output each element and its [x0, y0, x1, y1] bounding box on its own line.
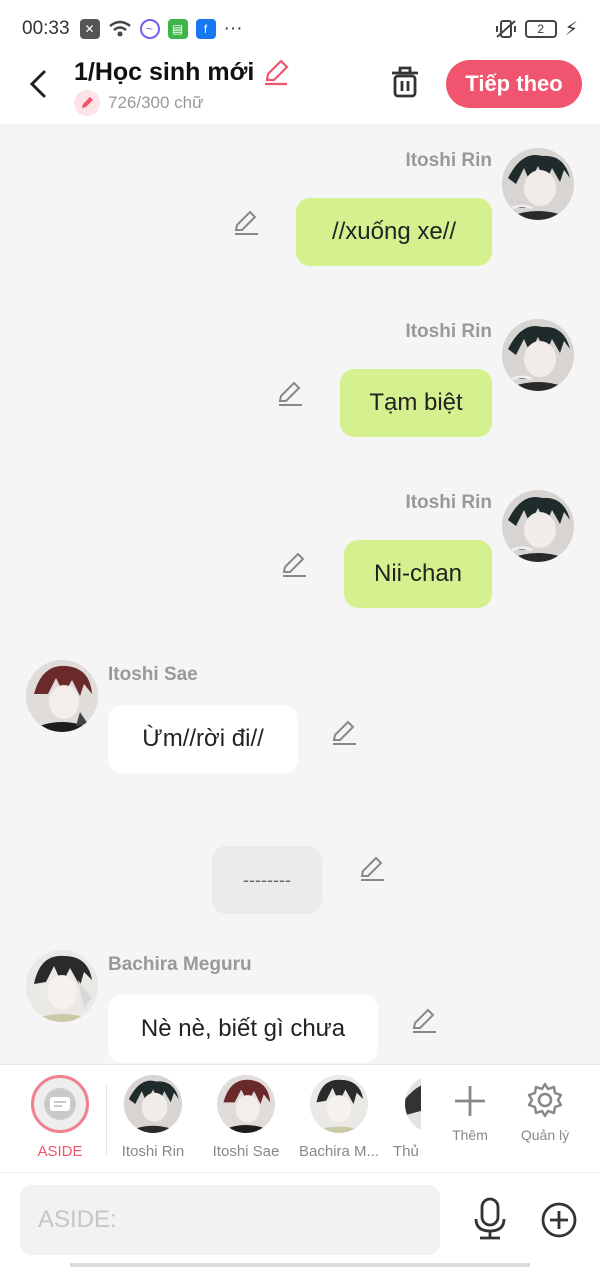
facebook-icon: f [195, 19, 216, 39]
back-icon[interactable] [24, 66, 54, 102]
add-character-button[interactable]: Thêm [435, 1075, 505, 1143]
message-bubble[interactable]: Nè nè, biết gì chưa [108, 995, 378, 1063]
avatar[interactable] [502, 490, 574, 562]
edit-title-icon[interactable] [262, 58, 290, 86]
wifi-icon [108, 20, 131, 37]
tab-itoshi-sae[interactable]: Itoshi Sae [201, 1075, 291, 1160]
message-bubble[interactable]: Tạm biệt [340, 369, 492, 437]
pencil-icon [74, 90, 100, 116]
battery-icon: 2 [524, 20, 557, 38]
sender-name: Itoshi Sae [108, 664, 198, 685]
avatar[interactable] [26, 950, 98, 1022]
sender-name: Itoshi Rin [405, 150, 492, 171]
notification-icon: ✕ [79, 19, 100, 39]
input-bar [0, 1172, 600, 1267]
add-label: Thêm [452, 1127, 488, 1143]
avatar[interactable] [502, 319, 574, 391]
home-indicator [70, 1263, 530, 1267]
edit-message-icon[interactable] [330, 718, 358, 746]
tab-label: ASIDE [37, 1143, 83, 1160]
sender-name: Itoshi Rin [405, 492, 492, 513]
message-input[interactable] [20, 1185, 440, 1255]
manage-label: Quản lý [520, 1127, 570, 1143]
avatar[interactable] [26, 660, 98, 732]
message-bubble[interactable]: //xuống xe// [296, 198, 492, 266]
edit-message-icon[interactable] [410, 1006, 438, 1034]
word-count-text: 726/300 chữ [108, 93, 204, 112]
avatar[interactable] [502, 148, 574, 220]
aside-bubble[interactable]: -------- [212, 846, 322, 914]
aside-icon [31, 1075, 89, 1133]
edit-message-icon[interactable] [280, 550, 308, 578]
microphone-icon[interactable] [470, 1197, 510, 1241]
header: 1/Học sinh mới 726/300 chữ Tiếp theo [0, 58, 600, 124]
edit-message-icon[interactable] [358, 854, 386, 882]
status-bar: 00:33 ✕ ~ ▤ f ··· 2 ⚡ [0, 0, 600, 58]
avatar [405, 1075, 421, 1133]
word-count: 726/300 chữ [74, 90, 204, 116]
charging-icon: ⚡ [564, 18, 578, 40]
tab-thu[interactable]: Thủ [387, 1075, 421, 1160]
edit-message-icon[interactable] [232, 208, 260, 236]
avatar [124, 1075, 182, 1133]
tab-aside[interactable]: ASIDE [15, 1075, 105, 1160]
add-circle-icon[interactable] [540, 1201, 578, 1239]
edit-message-icon[interactable] [276, 379, 304, 407]
gear-icon [527, 1082, 563, 1118]
message-bubble[interactable]: Ừm//rời đi// [108, 705, 298, 773]
avatar [217, 1075, 275, 1133]
tab-label: Itoshi Sae [212, 1143, 280, 1160]
app-icon: ▤ [167, 19, 188, 39]
manage-button[interactable]: Quản lý [510, 1075, 580, 1143]
tab-label: Itoshi Rin [121, 1143, 185, 1160]
message-bubble[interactable]: Nii-chan [344, 540, 492, 608]
tab-label: Thủ [393, 1143, 419, 1160]
tab-label: Bachira M... [298, 1143, 380, 1160]
sender-name: Bachira Meguru [108, 954, 252, 975]
tab-itoshi-rin[interactable]: Itoshi Rin [108, 1075, 198, 1160]
tab-bachira-meguru[interactable]: Bachira M... [294, 1075, 384, 1160]
vibrate-icon [495, 20, 516, 38]
chat-area[interactable]: Itoshi Rin //xuống xe// Itoshi Rin Tạm b… [0, 124, 600, 1064]
trash-icon[interactable] [388, 64, 422, 100]
more-icon: ··· [223, 18, 243, 39]
divider [106, 1085, 107, 1155]
status-right: 2 ⚡ [495, 18, 578, 41]
next-button[interactable]: Tiếp theo [446, 60, 582, 108]
avatar [310, 1075, 368, 1133]
sender-name: Itoshi Rin [405, 321, 492, 342]
status-icons: ✕ ~ ▤ f ··· [79, 18, 243, 40]
status-time: 00:33 [22, 18, 70, 39]
page-title: 1/Học sinh mới [74, 58, 255, 86]
character-bar: ASIDE Itoshi Rin Itoshi Sae Bachira M...… [0, 1064, 600, 1172]
plus-icon [455, 1086, 485, 1116]
messenger-icon: ~ [139, 19, 160, 39]
